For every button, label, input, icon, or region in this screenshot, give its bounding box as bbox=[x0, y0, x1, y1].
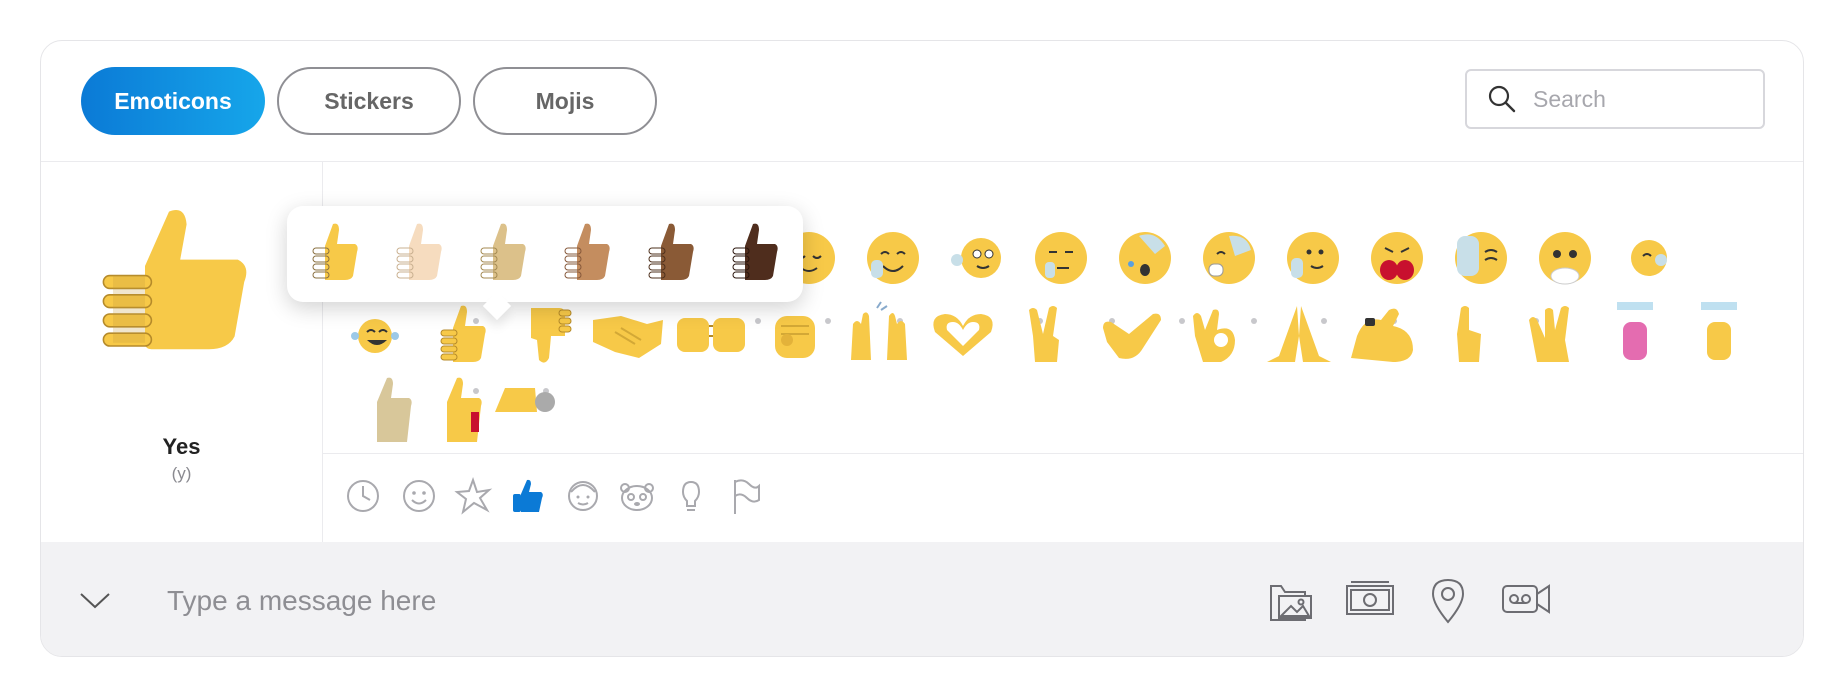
preview-code: (y) bbox=[171, 464, 192, 483]
preview-name: Yes bbox=[162, 434, 201, 459]
tab-emoticons[interactable]: Emoticons bbox=[81, 67, 265, 135]
emoji-smile-hand[interactable] bbox=[851, 220, 935, 290]
video-message-icon[interactable] bbox=[1499, 572, 1553, 626]
clock-icon[interactable] bbox=[343, 476, 383, 516]
search-input[interactable] bbox=[1531, 84, 1735, 114]
emoji-angry[interactable] bbox=[1355, 220, 1439, 290]
emoji-thumbs-down[interactable] bbox=[501, 300, 585, 370]
emoji-microphone-hand[interactable] bbox=[487, 372, 571, 442]
emoji-vulcan[interactable] bbox=[1509, 300, 1593, 370]
emoji-shy[interactable] bbox=[1607, 220, 1691, 290]
emoji-laughing-tears[interactable] bbox=[333, 300, 417, 370]
animal-icon[interactable] bbox=[617, 476, 657, 516]
emoji-pleading[interactable] bbox=[1523, 220, 1607, 290]
flag-icon[interactable] bbox=[725, 476, 765, 516]
smiley-icon[interactable] bbox=[399, 476, 439, 516]
skin-tone-dark[interactable] bbox=[719, 218, 789, 290]
skin-tone-popup bbox=[287, 206, 803, 321]
emoji-peek[interactable] bbox=[1187, 220, 1271, 290]
emoji-handshake[interactable] bbox=[585, 300, 669, 370]
thumbs-up-preview-icon bbox=[102, 210, 247, 350]
category-bar bbox=[323, 453, 1803, 542]
chevron-down-icon[interactable] bbox=[75, 580, 115, 620]
emoji-flexed-biceps[interactable] bbox=[1341, 300, 1425, 370]
emoji-raised-hands[interactable] bbox=[837, 300, 921, 370]
skin-tone-default[interactable] bbox=[299, 218, 369, 290]
tab-mojis[interactable]: Mojis bbox=[473, 67, 657, 135]
skin-tone-medium[interactable] bbox=[551, 218, 621, 290]
emoji-thinking[interactable] bbox=[1019, 220, 1103, 290]
emoji-thumb-face[interactable] bbox=[1271, 220, 1355, 290]
emoji-stop-hand[interactable] bbox=[1439, 220, 1523, 290]
search-icon bbox=[1488, 85, 1516, 113]
location-pin-icon[interactable] bbox=[1421, 572, 1475, 626]
emoji-wave-face[interactable] bbox=[935, 220, 1019, 290]
skin-tone-medium-light[interactable] bbox=[467, 218, 537, 290]
image-gallery-icon[interactable] bbox=[1263, 572, 1317, 626]
emoji-pointing-up[interactable] bbox=[1425, 300, 1509, 370]
tabs-bar: Emoticons Stickers Mojis bbox=[41, 41, 1803, 162]
thumbs-up-icon[interactable] bbox=[507, 476, 547, 516]
emoji-call-me[interactable] bbox=[1089, 300, 1173, 370]
tab-stickers[interactable]: Stickers bbox=[277, 67, 461, 135]
search-box[interactable] bbox=[1465, 69, 1765, 129]
emoji-heart-hands[interactable] bbox=[921, 300, 1005, 370]
person-icon[interactable] bbox=[563, 476, 603, 516]
money-icon[interactable] bbox=[1343, 572, 1397, 626]
emoji-victory[interactable] bbox=[1005, 300, 1089, 370]
emoji-preview: Yes (y) bbox=[41, 162, 323, 542]
emoji-fist-pink[interactable] bbox=[1593, 300, 1677, 370]
emoji-fist[interactable] bbox=[753, 300, 837, 370]
skin-tone-light[interactable] bbox=[383, 218, 453, 290]
message-composer bbox=[41, 542, 1803, 656]
emoji-ok-hand[interactable] bbox=[1173, 300, 1257, 370]
emoji-fist-yellow[interactable] bbox=[1677, 300, 1761, 370]
emoji-praying[interactable] bbox=[1257, 300, 1341, 370]
emoji-worried[interactable] bbox=[1103, 220, 1187, 290]
lightbulb-icon[interactable] bbox=[671, 476, 711, 516]
emoji-panel: Emoticons Stickers Mojis Yes (y) bbox=[40, 40, 1804, 657]
skin-tone-medium-dark[interactable] bbox=[635, 218, 705, 290]
star-burst-icon[interactable] bbox=[453, 476, 493, 516]
emoji-fist-bump[interactable] bbox=[669, 300, 753, 370]
message-input[interactable] bbox=[165, 576, 1069, 626]
